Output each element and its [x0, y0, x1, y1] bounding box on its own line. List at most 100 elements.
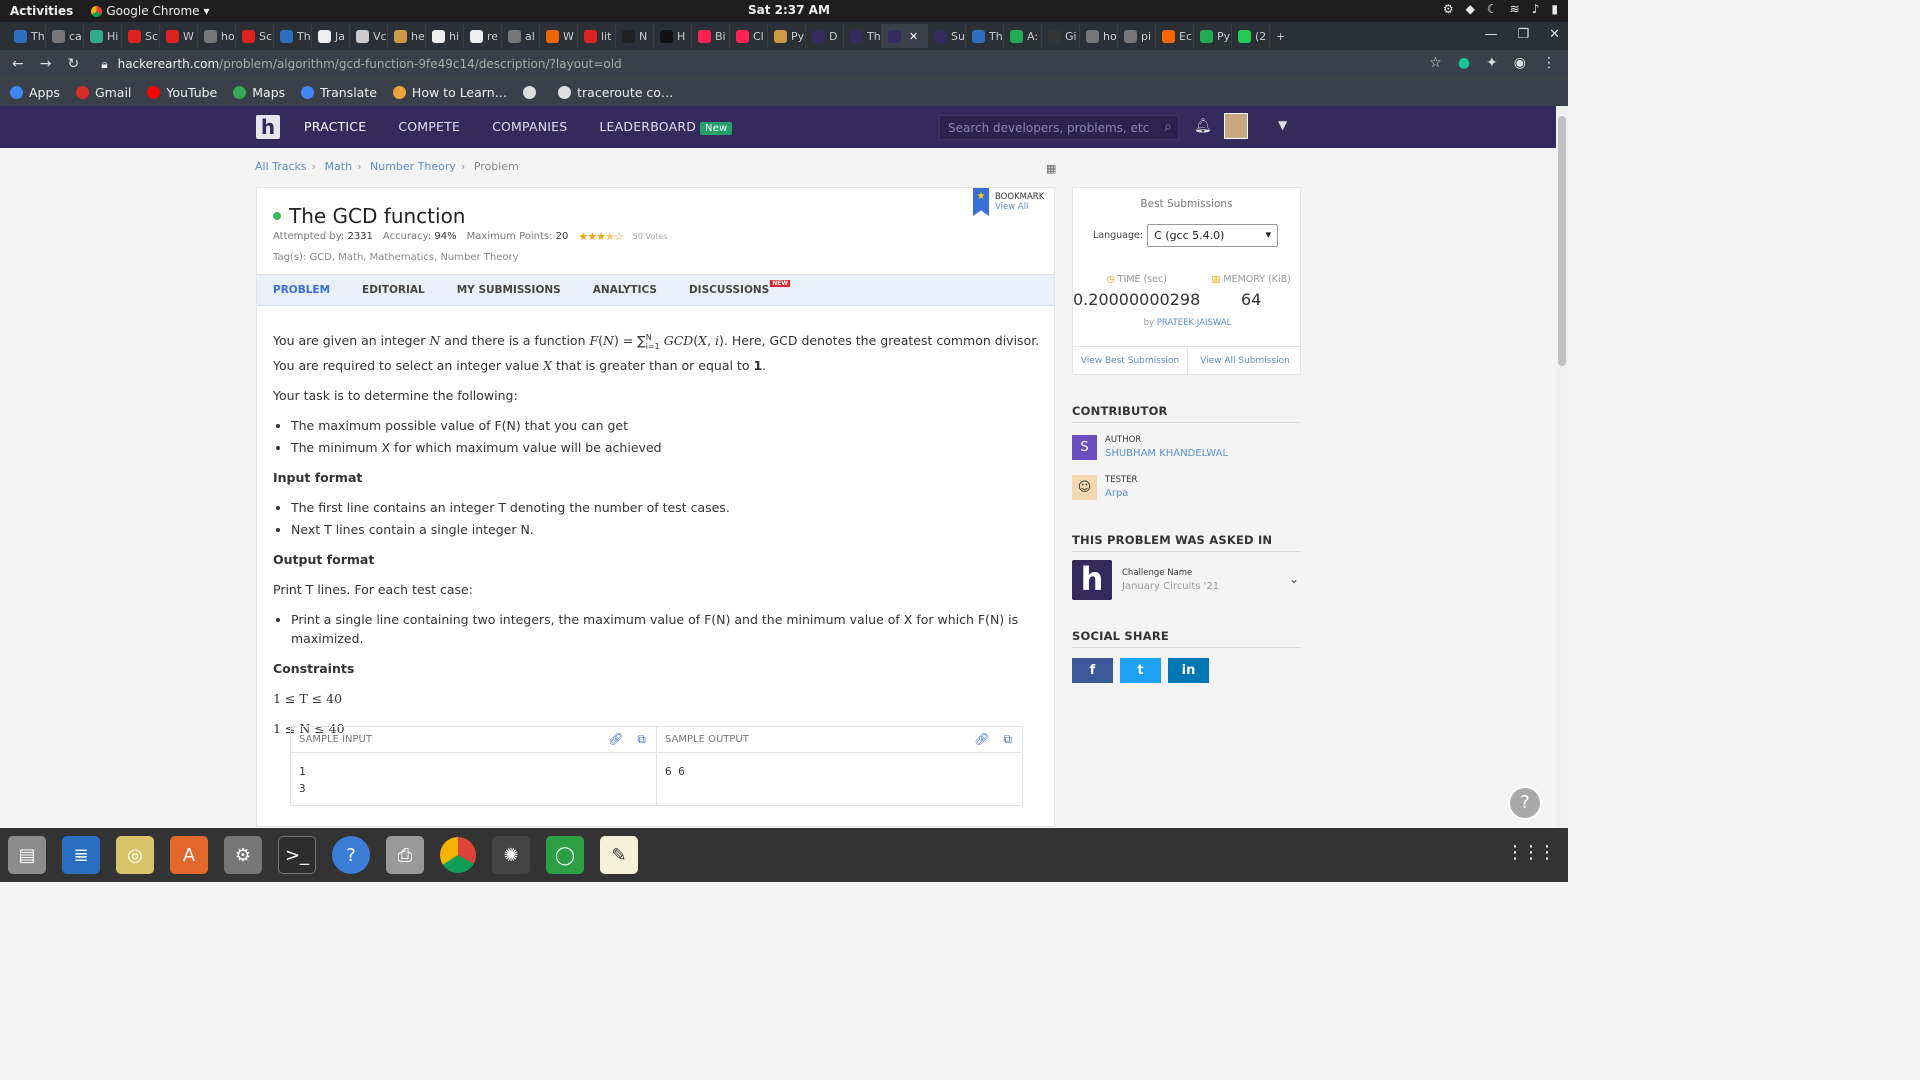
- facebook-share-button[interactable]: f: [1072, 658, 1113, 683]
- extensions-icon[interactable]: ✦: [1486, 55, 1498, 71]
- browser-tab[interactable]: ca: [46, 24, 84, 48]
- back-icon[interactable]: ←: [12, 56, 24, 72]
- writer-icon[interactable]: ≣: [62, 836, 100, 874]
- activities-button[interactable]: Activities: [0, 4, 83, 18]
- star-icon[interactable]: ★: [605, 230, 615, 243]
- show-apps-icon[interactable]: ⋮⋮⋮: [1506, 842, 1556, 863]
- app-menu[interactable]: Google Chrome ▾: [91, 4, 210, 18]
- star-icon[interactable]: ★: [596, 230, 606, 243]
- chevron-down-icon[interactable]: ⌄: [1289, 572, 1299, 586]
- menu-icon[interactable]: ⋮: [1542, 55, 1556, 71]
- close-window-icon[interactable]: ✕: [1549, 27, 1560, 42]
- tab-problem[interactable]: PROBLEM: [273, 284, 330, 296]
- nav-companies[interactable]: COMPANIES: [492, 119, 567, 134]
- bookmark-youtube[interactable]: YouTube: [147, 85, 217, 100]
- browser-tab[interactable]: Th: [8, 24, 46, 48]
- search-icon[interactable]: ⌕: [1164, 119, 1172, 135]
- scrollbar-thumb[interactable]: [1558, 116, 1566, 366]
- star-icon[interactable]: ★: [587, 230, 597, 243]
- chrome-dock-icon[interactable]: [440, 837, 476, 873]
- crumb-all-tracks[interactable]: All Tracks: [255, 160, 307, 173]
- notification-bell-icon[interactable]: 🔔︎: [1194, 118, 1212, 134]
- printer-icon[interactable]: ⎙: [386, 836, 424, 874]
- browser-tab[interactable]: W: [540, 24, 578, 48]
- user-avatar[interactable]: [1224, 113, 1248, 139]
- site-search-input[interactable]: Search developers, problems, etc ⌕: [939, 115, 1179, 140]
- bookmark-maps[interactable]: Maps: [233, 85, 285, 100]
- rhythmbox-icon[interactable]: ◎: [116, 836, 154, 874]
- nav-practice[interactable]: PRACTICE: [304, 119, 366, 134]
- twitter-share-button[interactable]: t: [1120, 658, 1161, 683]
- star-icon[interactable]: ★: [578, 230, 588, 243]
- view-all-bookmarks-link[interactable]: View All: [995, 202, 1044, 212]
- crumb-math[interactable]: Math: [325, 160, 353, 173]
- link-icon[interactable]: 🔗︎: [608, 732, 623, 747]
- browser-tab[interactable]: Py: [1194, 24, 1232, 48]
- browser-tab[interactable]: H: [654, 24, 692, 48]
- tester-link[interactable]: Arpa: [1105, 487, 1137, 501]
- browser-tab[interactable]: Ja: [312, 24, 350, 48]
- bookmark-how-to-learn[interactable]: How to Learn…: [392, 85, 507, 100]
- browser-tab[interactable]: he: [388, 24, 426, 48]
- best-submitter-link[interactable]: PRATEEK JAISWAL: [1157, 318, 1232, 328]
- bookmark-apps[interactable]: Apps: [10, 85, 60, 100]
- text-editor-icon[interactable]: ✎: [600, 836, 638, 874]
- browser-tab[interactable]: lit: [578, 24, 616, 48]
- bookmark-globe[interactable]: [523, 86, 542, 99]
- browser-tab[interactable]: Th: [966, 24, 1004, 48]
- browser-tab[interactable]: Sc: [122, 24, 160, 48]
- browser-tab[interactable]: D: [806, 24, 844, 48]
- browser-tab[interactable]: al: [502, 24, 540, 48]
- browser-tab[interactable]: Gi: [1042, 24, 1080, 48]
- new-tab-button[interactable]: +: [1270, 24, 1308, 48]
- bookmark-gmail[interactable]: Gmail: [75, 85, 131, 100]
- tab-editorial[interactable]: EDITORIAL: [362, 284, 425, 296]
- browser-tab[interactable]: Sc: [236, 24, 274, 48]
- browser-tab[interactable]: ho: [1080, 24, 1118, 48]
- network-tool-icon[interactable]: ✺: [492, 836, 530, 874]
- browser-tab[interactable]: N: [616, 24, 654, 48]
- volume-icon[interactable]: ♪: [1532, 2, 1540, 16]
- layout-grid-icon[interactable]: ▦: [1046, 162, 1056, 175]
- url-field[interactable]: 🔒︎ hackerearth.com/problem/algorithm/gcd-…: [101, 57, 622, 72]
- author-link[interactable]: SHUBHAM KHANDELWAL: [1105, 447, 1228, 461]
- browser-tab[interactable]: pi: [1118, 24, 1156, 48]
- sync-app-icon[interactable]: ◯: [546, 836, 584, 874]
- copy-icon[interactable]: ⧉: [1003, 732, 1012, 747]
- nav-leaderboard[interactable]: LEADERBOARD New: [599, 119, 733, 135]
- wifi-icon[interactable]: ≋: [1510, 2, 1520, 16]
- browser-tab[interactable]: Bi: [692, 24, 730, 48]
- forward-icon[interactable]: →: [40, 56, 52, 72]
- clock[interactable]: Sat 2:37 AM: [748, 3, 830, 17]
- browser-tab[interactable]: ho: [198, 24, 236, 48]
- bookmark-button[interactable]: ★ BOOKMARK View All: [973, 188, 1044, 216]
- restore-icon[interactable]: ❐: [1517, 27, 1529, 42]
- close-tab-icon[interactable]: ✕: [909, 30, 918, 43]
- browser-tab[interactable]: Py: [768, 24, 806, 48]
- hackerearth-logo[interactable]: h: [256, 115, 280, 139]
- browser-tab[interactable]: Th: [274, 24, 312, 48]
- browser-tab[interactable]: Vc: [350, 24, 388, 48]
- star-icon[interactable]: ☆: [614, 230, 624, 243]
- nav-compete[interactable]: COMPETE: [398, 119, 460, 134]
- crumb-number-theory[interactable]: Number Theory: [370, 160, 456, 173]
- reload-icon[interactable]: ↻: [67, 56, 79, 72]
- tab-my-submissions[interactable]: MY SUBMISSIONS: [457, 284, 561, 296]
- browser-tab[interactable]: Su: [928, 24, 966, 48]
- star-icon[interactable]: ☆: [1429, 55, 1442, 71]
- browser-tab[interactable]: Cl: [730, 24, 768, 48]
- tab-discussions[interactable]: DISCUSSIONSNEW: [689, 280, 790, 296]
- view-best-submission-link[interactable]: View Best Submission: [1073, 347, 1188, 376]
- browser-tab[interactable]: W: [160, 24, 198, 48]
- browser-tab[interactable]: (2: [1232, 24, 1270, 48]
- browser-tab[interactable]: Th: [844, 24, 882, 48]
- view-all-submission-link[interactable]: View All Submission: [1188, 347, 1302, 376]
- bookmark-traceroute[interactable]: traceroute co…: [558, 85, 673, 100]
- chevron-down-icon[interactable]: ▼: [1278, 118, 1287, 132]
- browser-tab[interactable]: Ec: [1156, 24, 1194, 48]
- page-scrollbar[interactable]: [1556, 106, 1568, 828]
- link-icon[interactable]: 🔗︎: [974, 732, 989, 747]
- linkedin-share-button[interactable]: in: [1168, 658, 1209, 683]
- copy-icon[interactable]: ⧉: [637, 732, 646, 747]
- challenge-item[interactable]: h Challenge Name January Circuits '21 ⌄: [1072, 560, 1301, 600]
